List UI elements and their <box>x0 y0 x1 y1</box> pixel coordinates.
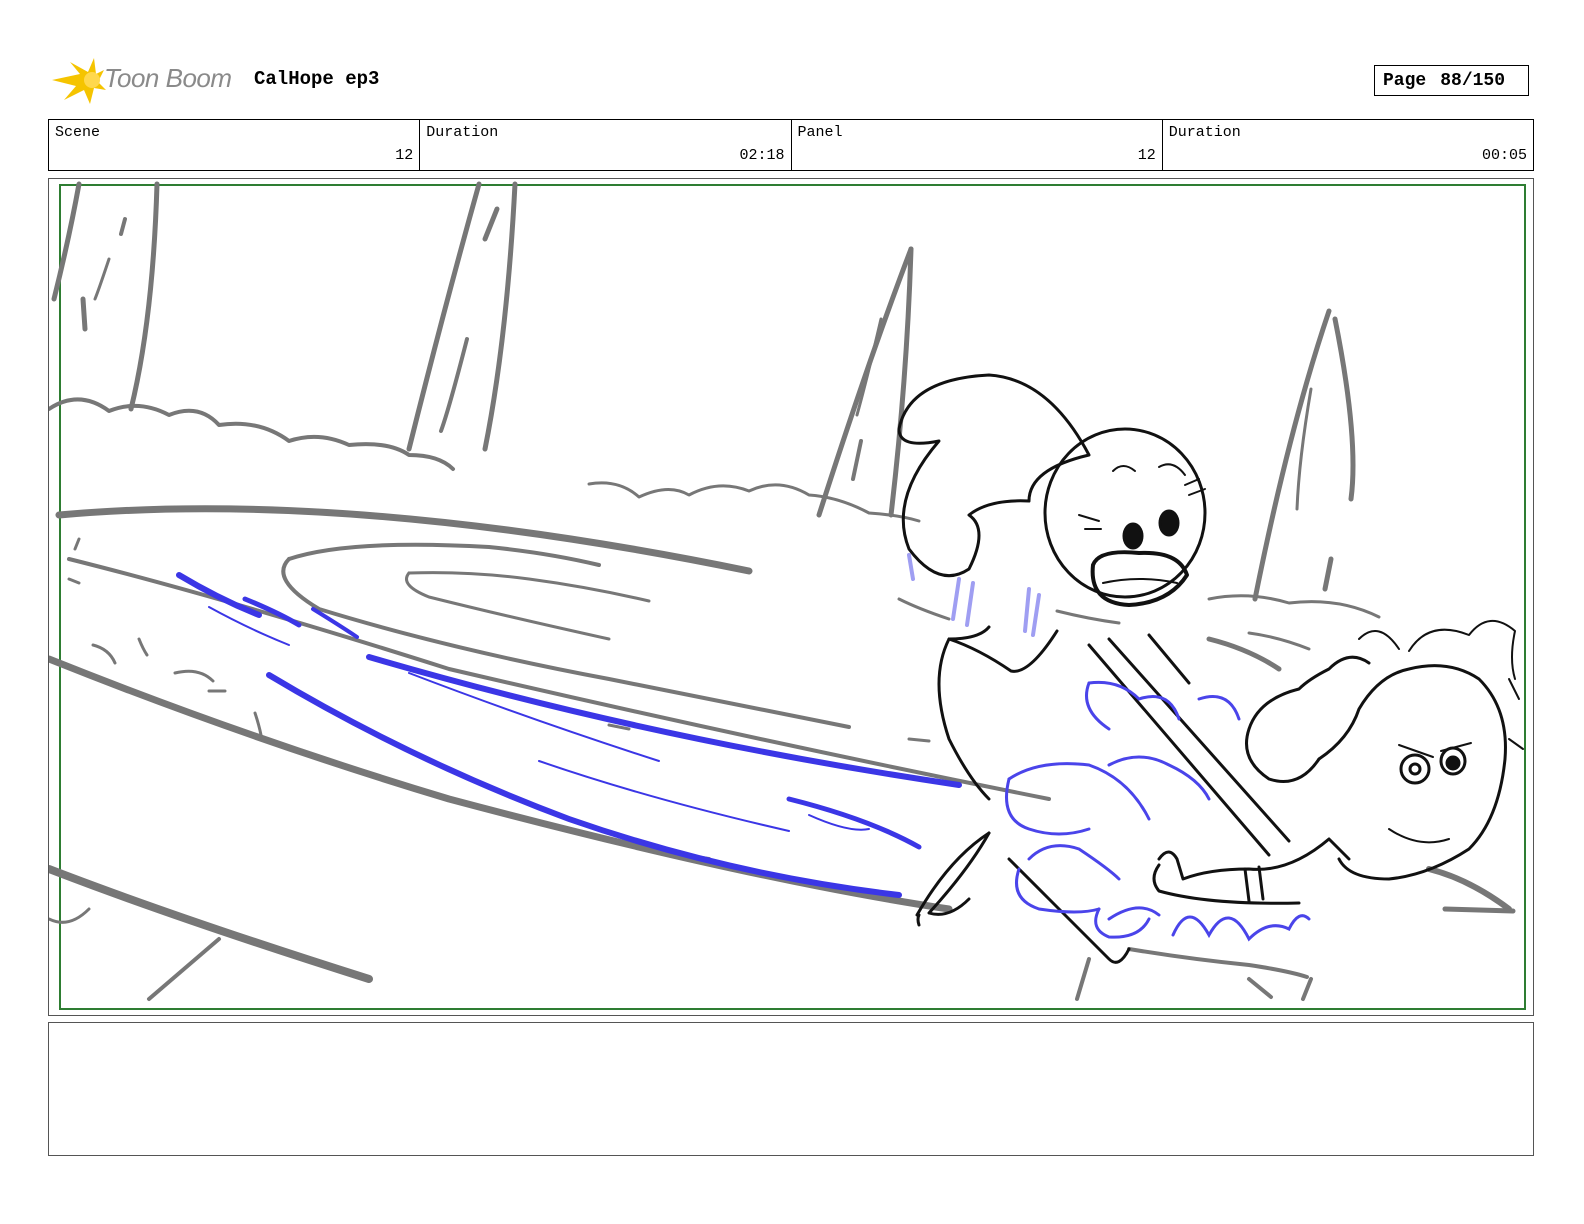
scene-cell: Scene 12 <box>49 120 421 170</box>
project-title: CalHope ep3 <box>254 68 380 90</box>
scene-duration-label: Duration <box>426 124 499 141</box>
panel-label: Panel <box>797 124 843 141</box>
panel-value: 12 <box>1137 147 1156 164</box>
panel-duration-cell: Duration 00:05 <box>1163 120 1533 170</box>
panel-drawing <box>49 181 1526 1010</box>
scene-value: 12 <box>395 147 414 164</box>
motion-lines <box>176 572 962 898</box>
scene-label: Scene <box>55 124 101 141</box>
storyboard-page: Toon Boom CalHope ep3 Page 88/150 Scene … <box>0 0 1584 1224</box>
safe-frame <box>59 184 1526 1010</box>
panel-duration-label: Duration <box>1168 124 1241 141</box>
panel-duration-value: 00:05 <box>1481 147 1527 164</box>
storyboard-panel <box>48 178 1534 1016</box>
scene-duration-value: 02:18 <box>739 147 785 164</box>
page-label: Page <box>1383 70 1427 91</box>
page-number: 88/150 <box>1440 70 1506 91</box>
scene-info-bar: Scene 12 Duration 02:18 Panel 12 Duratio… <box>48 119 1534 171</box>
logo-wordmark: Toon Boom <box>104 63 232 93</box>
panel-cell: Panel 12 <box>792 120 1163 170</box>
character-sketch <box>897 373 1524 964</box>
scene-duration-cell: Duration 02:18 <box>420 120 792 170</box>
notes-box <box>48 1022 1534 1156</box>
page-indicator: Page 88/150 <box>1374 65 1529 96</box>
